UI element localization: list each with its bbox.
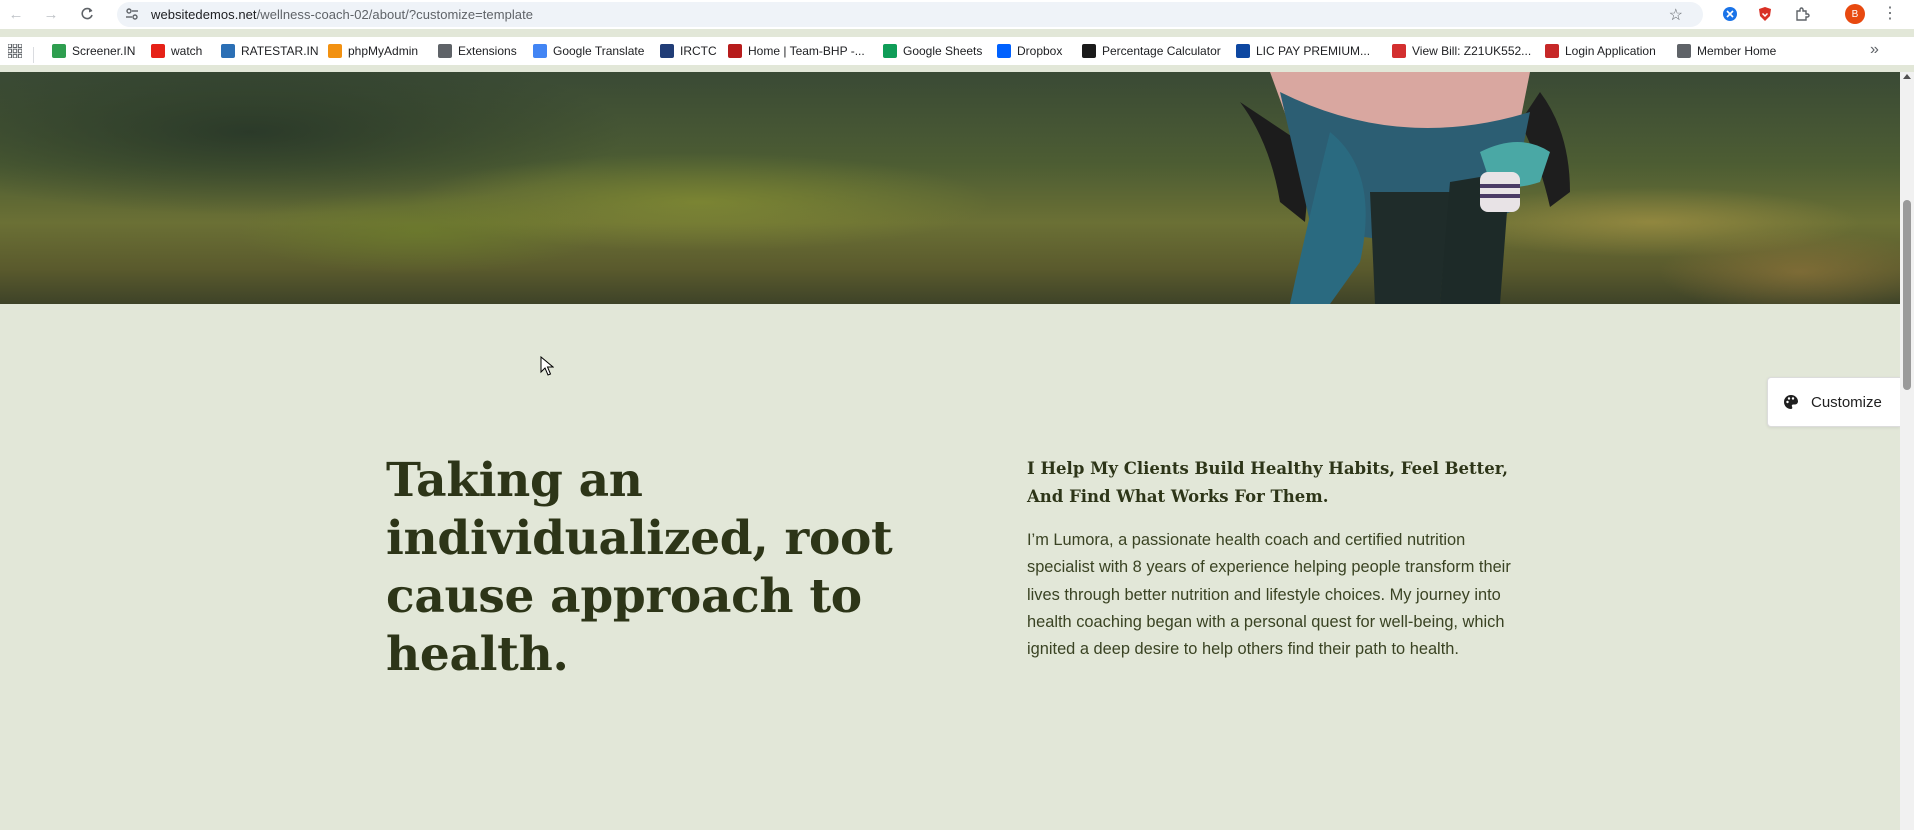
page-scrollbar[interactable] <box>1900 72 1914 830</box>
bookmark-label: View Bill: Z21UK552... <box>1412 44 1532 58</box>
bookmark-dropbox[interactable]: Dropbox <box>997 42 1062 60</box>
palette-icon <box>1784 395 1798 409</box>
star-icon[interactable]: ☆ <box>1669 5 1683 25</box>
hero-image <box>0 72 1900 304</box>
bookmark-label: Home | Team-BHP -... <box>748 44 865 58</box>
dropbox-icon <box>997 44 1011 58</box>
bookmarks-bar: Screener.IN watch RATESTAR.IN phpMyAdmin… <box>0 37 1914 65</box>
shield-extension-icon[interactable] <box>1755 4 1775 24</box>
back-icon[interactable]: ← <box>5 3 27 25</box>
bookmark-extensions[interactable]: Extensions <box>438 42 517 60</box>
bookmark-label: Member Home <box>1697 44 1777 58</box>
ratestar-icon <box>221 44 235 58</box>
google-sheets-icon <box>883 44 897 58</box>
address-bar[interactable]: websitedemos.net/wellness-coach-02/about… <box>117 2 1703 27</box>
profile-avatar[interactable]: B <box>1845 4 1865 24</box>
bookmark-label: Percentage Calculator <box>1102 44 1221 58</box>
apps-grid-icon[interactable] <box>8 44 22 58</box>
bookmark-percentage-calculator[interactable]: Percentage Calculator <box>1082 42 1221 60</box>
bookmark-irctc[interactable]: IRCTC <box>660 42 717 60</box>
scroll-up-icon[interactable] <box>1903 74 1911 79</box>
youtube-icon <box>151 44 165 58</box>
bookmark-label: Google Sheets <box>903 44 983 58</box>
bookmark-ratestar[interactable]: RATESTAR.IN <box>221 42 319 60</box>
forward-icon[interactable]: → <box>40 3 62 25</box>
puzzle-extensions-icon[interactable] <box>1792 4 1812 24</box>
bookmark-watch[interactable]: watch <box>151 42 202 60</box>
phpmyadmin-icon <box>328 44 342 58</box>
globe-icon <box>1677 44 1691 58</box>
bookmark-member-home[interactable]: Member Home <box>1677 42 1776 60</box>
url-text[interactable]: websitedemos.net/wellness-coach-02/about… <box>151 7 533 22</box>
browser-toolbar: ← → websitedemos.net/wellness-coach-02/a… <box>0 0 1914 29</box>
bookmark-label: Dropbox <box>1017 44 1063 58</box>
bookmark-login-application[interactable]: Login Application <box>1545 42 1656 60</box>
section-subheading: I Help My Clients Build Healthy Habits, … <box>1027 459 1508 506</box>
bookmark-view-bill[interactable]: View Bill: Z21UK552... <box>1392 42 1531 60</box>
customize-label: Customize <box>1811 393 1882 411</box>
url-host: websitedemos.net <box>151 7 257 22</box>
about-section: Taking an individualized, root cause app… <box>0 304 1900 830</box>
customize-button[interactable]: Customize <box>1767 377 1900 427</box>
login-icon <box>1545 44 1559 58</box>
bookmark-phpmyadmin[interactable]: phpMyAdmin <box>328 42 418 60</box>
section-body-text: I’m Lumora, a passionate health coach an… <box>1027 531 1511 659</box>
team-bhp-icon <box>728 44 742 58</box>
reload-icon[interactable] <box>76 3 98 25</box>
runner-figure-image <box>1240 72 1570 304</box>
percentage-icon <box>1082 44 1096 58</box>
bookmark-google-translate[interactable]: Google Translate <box>533 42 644 60</box>
more-bookmarks-icon[interactable]: » <box>1870 41 1879 59</box>
bookmark-screener[interactable]: Screener.IN <box>52 42 135 60</box>
bookmark-label: Login Application <box>1565 44 1656 58</box>
extension-icon[interactable] <box>1720 4 1740 24</box>
scrollbar-thumb[interactable] <box>1903 200 1911 390</box>
menu-icon[interactable]: ⋮ <box>1882 3 1898 23</box>
google-translate-icon <box>533 44 547 58</box>
section-headline: Taking an individualized, root cause app… <box>386 453 893 682</box>
bookmark-label: LIC PAY PREMIUM... <box>1256 44 1371 58</box>
bookmark-label: watch <box>171 44 203 58</box>
bookmark-label: Extensions <box>458 44 517 58</box>
bookmark-label: IRCTC <box>680 44 717 58</box>
url-path: /wellness-coach-02/about/?customize=temp… <box>256 7 534 22</box>
bookmarks-divider <box>33 47 34 63</box>
irctc-icon <box>660 44 674 58</box>
lic-icon <box>1236 44 1250 58</box>
site-settings-icon[interactable] <box>125 7 139 21</box>
bookmark-label: Google Translate <box>553 44 645 58</box>
mouse-cursor-icon <box>540 356 554 376</box>
puzzle-icon <box>438 44 452 58</box>
screener-icon <box>52 44 66 58</box>
bookmark-google-sheets[interactable]: Google Sheets <box>883 42 982 60</box>
bookmark-team-bhp[interactable]: Home | Team-BHP -... <box>728 42 865 60</box>
bookmark-lic-pay[interactable]: LIC PAY PREMIUM... <box>1236 42 1370 60</box>
bill-icon <box>1392 44 1406 58</box>
bookmark-label: RATESTAR.IN <box>241 44 319 58</box>
bookmark-label: phpMyAdmin <box>348 44 419 58</box>
bookmark-label: Screener.IN <box>72 44 136 58</box>
